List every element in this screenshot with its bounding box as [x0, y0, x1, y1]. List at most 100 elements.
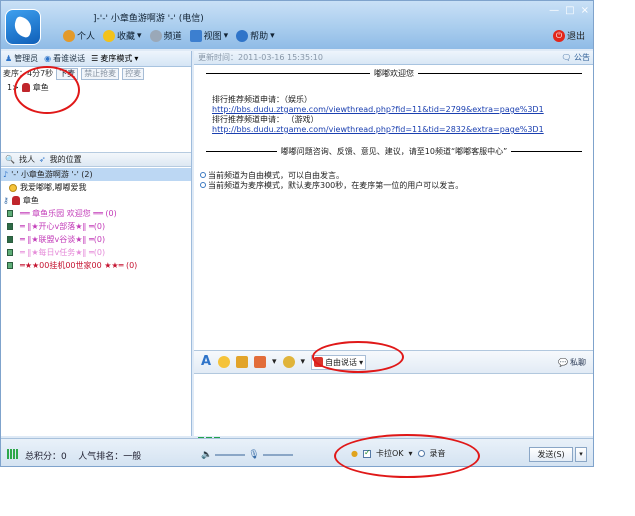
- tree-label: 章鱼: [22, 196, 39, 205]
- channel-tree: ♪ '-' 小章鱼游啊游 '-' (2) 我爱嘟嘟,嘟嘟爱我 ⚷ 章鱼 ══ 章…: [1, 168, 191, 272]
- notice-label: 公告: [574, 53, 590, 62]
- chevron-down-icon: ▾: [270, 30, 275, 41]
- tree-label: ═ ‖★每日v任务★‖ ═(0): [20, 248, 106, 257]
- view-icon: [189, 29, 202, 42]
- find-person-button[interactable]: 找人: [19, 154, 35, 165]
- score-info: 总积分：0 人气排名：一般: [25, 449, 141, 462]
- star-icon: [103, 29, 116, 42]
- speaker-volume-slider[interactable]: [215, 454, 246, 456]
- channel-notice: 嘟嘟欢迎您 排行推荐频道申请：（娱乐） http://bbs.dudu.ztga…: [206, 69, 582, 159]
- system-message-text: 当前频道为麦序模式，默认麦序300秒，在麦序第一位的用户可以发言。: [208, 181, 464, 190]
- notice-link2[interactable]: http://bbs.dudu.ztgame.com/viewthread.ph…: [212, 125, 544, 135]
- chat-bubble-icon: 💬: [558, 358, 568, 367]
- emoji-icon[interactable]: [218, 356, 230, 368]
- user-icon: [21, 82, 30, 92]
- app-logo-icon[interactable]: [5, 9, 41, 45]
- my-location-button[interactable]: 我的位置: [50, 154, 82, 165]
- list-icon: ☰: [91, 54, 99, 63]
- menu-channel[interactable]: 频道: [149, 29, 182, 42]
- search-bar: 🔍 找人 ➶ 我的位置: [1, 152, 191, 167]
- menu-personal[interactable]: 个人: [63, 29, 95, 42]
- admin-icon: ♟: [5, 54, 13, 63]
- tab-queue-mode[interactable]: ☰ 麦序模式 ▾: [91, 53, 138, 64]
- key-icon: ⚷: [3, 196, 9, 205]
- menu-favorites[interactable]: 收藏 ▾: [103, 29, 142, 42]
- tree-label: ═ ‖★联盟v谷谈★‖ ═(0): [20, 235, 106, 244]
- chevron-down-icon: ▾: [134, 54, 139, 63]
- private-chat-label: 私聊: [570, 358, 586, 367]
- send-options-chevron-icon[interactable]: ▾: [575, 447, 587, 462]
- leave-mic-button[interactable]: 下麦: [56, 67, 79, 80]
- forbid-grab-button[interactable]: 禁止抢麦: [81, 67, 120, 80]
- left-panel: ♟ 管理员 ◉ 看谁说话 ☰ 麦序模式 ▾ 麦序：4分7秒 下麦 禁止抢麦 控麦…: [1, 51, 192, 436]
- gift-icon[interactable]: [282, 356, 295, 368]
- menu-label: 个人: [77, 32, 96, 42]
- tree-user[interactable]: ⚷ 章鱼: [1, 194, 191, 207]
- record-label: 录音: [429, 449, 446, 458]
- queue-time: 麦序：4分7秒: [3, 69, 54, 78]
- record-radio[interactable]: [417, 450, 425, 457]
- notice-button[interactable]: 🗨 公告: [561, 52, 590, 63]
- tab-label: 看谁说话: [53, 54, 86, 63]
- tab-admin[interactable]: ♟ 管理员: [5, 53, 38, 64]
- chevron-down-icon[interactable]: ▾: [409, 449, 413, 458]
- mic-volume-slider[interactable]: [262, 454, 293, 456]
- tree-channel-root[interactable]: ♪ '-' 小章鱼游啊游 '-' (2): [1, 168, 191, 181]
- volume-controls: 🔈 🎙: [201, 450, 293, 460]
- system-message-text: 当前频道为自由模式，可以自由发言。: [208, 171, 344, 180]
- tree-room[interactable]: ═★★00挂机00世家00 ★★═ (0): [1, 259, 191, 272]
- status-bar: 总积分：0 人气排名：一般 🔈 🎙 ● 卡拉OK ▾ 录音 发送(S) ▾: [1, 438, 593, 466]
- chevron-down-icon[interactable]: ▾: [301, 357, 306, 367]
- tree-room[interactable]: ═ ‖★每日v任务★‖ ═(0): [1, 246, 191, 259]
- channel-icon: [149, 29, 162, 42]
- queue-entry-name: 章鱼: [32, 82, 49, 92]
- lock-icon[interactable]: [236, 356, 248, 368]
- karaoke-checkbox[interactable]: [362, 448, 371, 458]
- notice-footer: 嘟嘟问题咨询、反馈、意见、建议，请至10频道“嘟嘟客服中心”: [206, 146, 582, 157]
- menu-label: 帮助: [250, 32, 269, 42]
- close-button[interactable]: ×: [581, 5, 589, 16]
- queue-entry[interactable]: 1> 章鱼: [1, 80, 191, 94]
- notice-icon: 🗨: [561, 53, 572, 62]
- menu-help[interactable]: 帮助 ▾: [236, 29, 275, 42]
- tree-label: ═★★00挂机00世家00 ★★═ (0): [20, 261, 138, 270]
- help-icon: [236, 29, 249, 42]
- room-icon: [7, 262, 13, 269]
- notice-line1: 排行推荐频道申请：（娱乐）: [212, 95, 312, 104]
- notice-title: 嘟嘟欢迎您: [206, 68, 582, 79]
- logout-button[interactable]: ⏻ 退出: [552, 29, 585, 42]
- info-icon: [200, 172, 206, 178]
- private-chat-button[interactable]: 💬 私聊: [558, 357, 586, 368]
- queue-bar: 麦序：4分7秒 下麦 禁止抢麦 控麦: [1, 67, 191, 80]
- menu-view[interactable]: 视图 ▾: [189, 29, 228, 42]
- lock-room-icon: [7, 223, 13, 230]
- tree-room[interactable]: ═ ‖★联盟v谷谈★‖ ═(0): [1, 233, 191, 246]
- screenshot-icon[interactable]: [254, 356, 266, 368]
- font-icon[interactable]: A: [200, 355, 212, 368]
- control-mic-button[interactable]: 控麦: [122, 67, 145, 80]
- notice-footer-text: 嘟嘟问题咨询、反馈、意见、建议，请至10频道“嘟嘟客服中心”: [276, 147, 512, 156]
- tree-label: ═ ‖★开心v部落★‖ ═(0): [20, 222, 106, 231]
- tab-who-speaks[interactable]: ◉ 看谁说话: [44, 53, 85, 64]
- notice-link1[interactable]: http://bbs.dudu.ztgame.com/viewthread.ph…: [212, 105, 544, 115]
- microphone-icon[interactable]: 🎙: [248, 450, 259, 460]
- menu-label: 频道: [163, 32, 182, 42]
- send-button[interactable]: 发送(S): [529, 447, 573, 462]
- tree-room[interactable]: ══ 章鱼乐园 欢迎您 ══ (0): [1, 207, 191, 220]
- notice-title-text: 嘟嘟欢迎您: [370, 69, 418, 78]
- tree-user[interactable]: 我爱嘟嘟,嘟嘟爱我: [1, 181, 191, 194]
- topic-bar: 更新时间：2011-03-16 15:35:10 🗨 公告: [194, 51, 593, 65]
- title-bar: ]-'-' 小章鱼游啊游 '-' (电信) — □ × 个人 收藏 ▾ 频道 视…: [1, 1, 593, 49]
- tree-room[interactable]: ═ ‖★开心v部落★‖ ═(0): [1, 220, 191, 233]
- message-input[interactable]: [194, 375, 593, 435]
- tab-label: 麦序模式: [100, 54, 133, 63]
- speak-mode-dropdown[interactable]: 自由说话 ▾: [311, 354, 367, 370]
- chevron-down-icon[interactable]: ▾: [272, 357, 277, 367]
- minimize-button[interactable]: —: [549, 5, 559, 16]
- maximize-button[interactable]: □: [565, 5, 574, 16]
- chevron-down-icon: ▾: [137, 30, 142, 41]
- notice-line2: 排行推荐频道申请： （游戏）: [212, 115, 319, 124]
- speaker-icon[interactable]: 🔈: [201, 450, 212, 460]
- mic-lock-icon[interactable]: ●: [351, 449, 358, 458]
- menu-label: 收藏: [117, 32, 136, 42]
